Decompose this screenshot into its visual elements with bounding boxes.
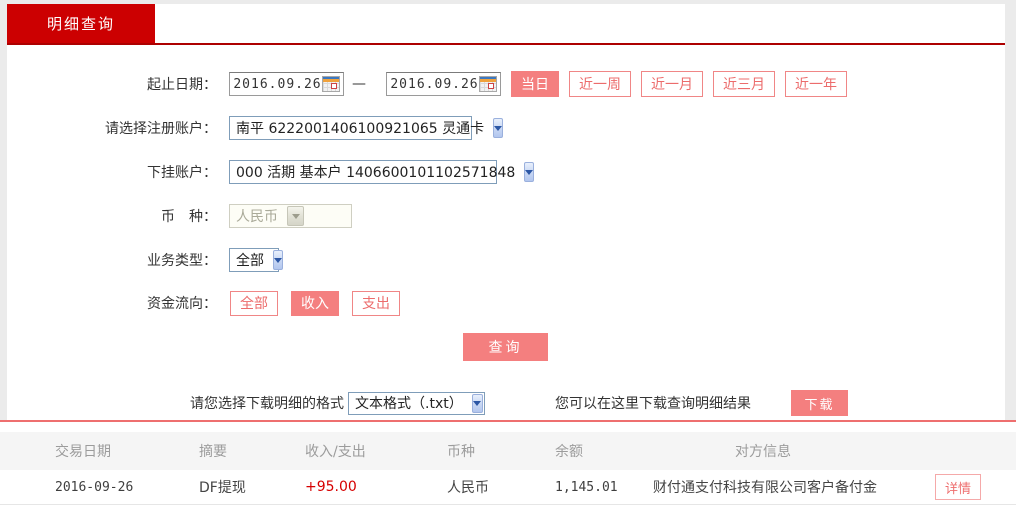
cell-summary: DF提现	[199, 480, 246, 496]
date-from-input[interactable]: 2016.09.26	[229, 72, 344, 96]
business-type-label: 业务类型：	[147, 253, 217, 269]
date-range-label: 起止日期：	[147, 77, 217, 93]
query-panel: 明细查询 起止日期： 2016.09.26 — 2016.09.26 当日 近一…	[7, 4, 1005, 420]
chevron-down-icon[interactable]	[471, 393, 483, 413]
fund-flow-expense-button[interactable]: 支出	[352, 290, 400, 316]
business-type-row: 业务类型： 全部	[7, 246, 1005, 274]
register-account-row: 请选择注册账户： 南平 6222001406100921065 灵通卡	[7, 114, 1005, 142]
column-header-summary: 摘要	[199, 444, 227, 460]
quick-range-quarter-button[interactable]: 近三月	[713, 71, 775, 97]
currency-row: 币 种： 人民币	[7, 202, 1005, 230]
cell-date: 2016-09-26	[55, 479, 134, 495]
cell-amount: +95.00	[305, 479, 357, 495]
date-separator: —	[352, 76, 366, 92]
table-header-row: 交易日期 摘要 收入/支出 币种 余额 对方信息	[0, 432, 1016, 470]
business-type-value: 全部	[236, 253, 264, 269]
column-header-counterparty: 对方信息	[735, 444, 791, 460]
calendar-icon[interactable]	[322, 76, 340, 92]
register-account-label: 请选择注册账户：	[105, 121, 217, 137]
sub-account-select[interactable]: 000 活期 基本户 1406600101102571848	[229, 160, 535, 184]
column-header-amount: 收入/支出	[305, 444, 366, 460]
register-account-value: 南平 6222001406100921065 灵通卡	[236, 121, 485, 137]
calendar-icon[interactable]	[479, 76, 497, 92]
download-format-select[interactable]: 文本格式（.txt）	[348, 391, 485, 415]
download-hint: 您可以在这里下载查询明细结果	[555, 396, 751, 412]
quick-range-week-button[interactable]: 近一周	[569, 71, 631, 97]
sub-account-value: 000 活期 基本户 1406600101102571848	[236, 165, 516, 181]
column-header-date: 交易日期	[55, 444, 111, 460]
detail-button[interactable]: 详情	[935, 474, 981, 500]
currency-value: 人民币	[236, 209, 278, 225]
business-type-select[interactable]: 全部	[229, 248, 283, 272]
sub-account-label: 下挂账户：	[147, 165, 217, 181]
column-header-currency: 币种	[447, 444, 475, 460]
tab-detail-query[interactable]: 明细查询	[7, 4, 155, 43]
chevron-down-icon[interactable]	[493, 118, 504, 138]
quick-range-year-button[interactable]: 近一年	[785, 71, 847, 97]
fund-flow-income-button[interactable]: 收入	[291, 290, 339, 316]
fund-flow-label: 资金流向：	[147, 296, 217, 312]
chevron-down-icon[interactable]	[273, 250, 283, 270]
currency-select: 人民币	[229, 204, 352, 228]
download-format-value: 文本格式（.txt）	[355, 396, 463, 412]
currency-label: 币 种：	[161, 209, 217, 225]
download-row: 请您选择下载明细的格式 文本格式（.txt） 您可以在这里下载查询明细结果 下载	[7, 389, 1005, 417]
results-table: 交易日期 摘要 收入/支出 币种 余额 对方信息 2016-09-26 DF提现…	[0, 420, 1016, 513]
tab-bar: 明细查询	[7, 4, 1005, 43]
cell-balance: 1,145.01	[555, 479, 618, 495]
cell-counterparty: 财付通支付科技有限公司客户备付金	[653, 480, 877, 496]
download-button[interactable]: 下载	[791, 390, 848, 416]
table-row: 2016-09-26 DF提现 +95.00 人民币 1,145.01 财付通支…	[0, 470, 1016, 505]
column-header-balance: 余额	[555, 444, 583, 460]
quick-range-month-button[interactable]: 近一月	[641, 71, 703, 97]
tab-divider	[7, 43, 1005, 45]
register-account-select[interactable]: 南平 6222001406100921065 灵通卡	[229, 116, 504, 140]
query-button[interactable]: 查询	[463, 333, 548, 361]
cell-currency: 人民币	[447, 480, 489, 496]
date-to-input[interactable]: 2016.09.26	[386, 72, 501, 96]
sub-account-row: 下挂账户： 000 活期 基本户 1406600101102571848	[7, 158, 1005, 186]
fund-flow-row: 资金流向： 全部 收入 支出	[7, 289, 1005, 317]
quick-range-today-button[interactable]: 当日	[511, 71, 559, 97]
download-format-label: 请您选择下载明细的格式	[190, 396, 344, 412]
date-range-row: 起止日期： 2016.09.26 — 2016.09.26 当日 近一周 近一月…	[7, 70, 1005, 98]
chevron-down-icon[interactable]	[524, 162, 535, 182]
chevron-down-icon	[287, 206, 304, 226]
fund-flow-all-button[interactable]: 全部	[230, 290, 278, 316]
